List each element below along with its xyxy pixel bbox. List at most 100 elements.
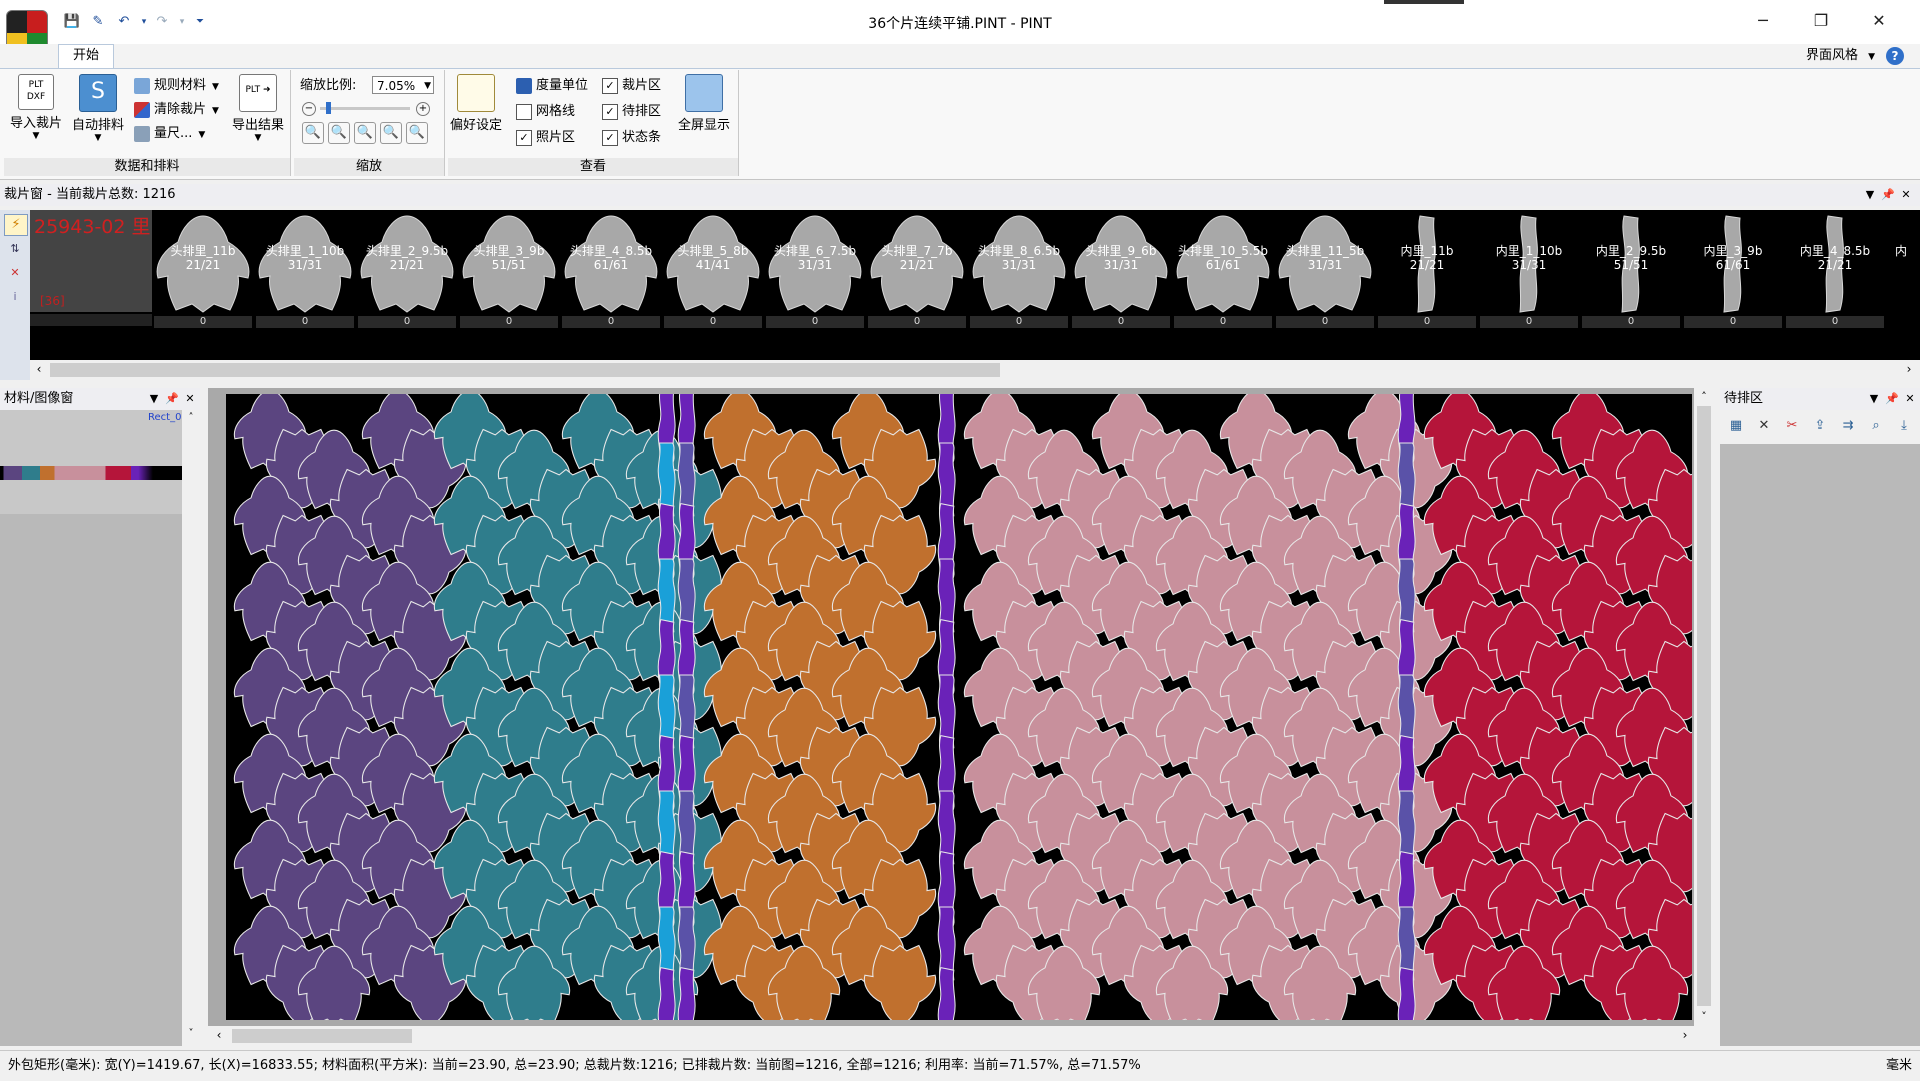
piece-area-checkbox-box[interactable]: ✓ bbox=[602, 77, 618, 94]
layout-piece[interactable] bbox=[937, 966, 956, 1020]
piece-cell[interactable]: 头排里_11b 21/21 0 bbox=[152, 214, 254, 346]
zoom-in-icon[interactable]: 🔍 bbox=[302, 122, 324, 144]
piece-cell[interactable]: 头排里_10_5.5b 61/61 0 bbox=[1172, 214, 1274, 346]
layout-canvas[interactable] bbox=[226, 394, 1692, 1020]
chevron-down-icon[interactable]: ▼ bbox=[1866, 388, 1882, 410]
photo-area-checkbox[interactable]: ✓ 照片区 bbox=[516, 126, 575, 150]
piece-cell[interactable]: 头排里_4_8.5b 61/61 0 bbox=[560, 214, 662, 346]
lightning-icon[interactable]: ⚡ bbox=[4, 214, 28, 236]
help-icon[interactable]: ? bbox=[1886, 47, 1904, 65]
find-icon[interactable]: ⌕ bbox=[1866, 416, 1886, 436]
add-piece-icon[interactable]: ▦ bbox=[1726, 416, 1746, 436]
fullscreen-button[interactable]: 全屏显示 bbox=[676, 74, 732, 133]
marker-layout[interactable] bbox=[226, 394, 1692, 1020]
zoom-fit-icon[interactable]: 🔍 bbox=[354, 122, 376, 144]
statusbar-checkbox-box[interactable]: ✓ bbox=[602, 129, 618, 146]
pin-icon[interactable]: 📌 bbox=[164, 388, 180, 410]
layout-piece[interactable] bbox=[657, 966, 676, 1020]
chevron-down-icon[interactable]: ▼ bbox=[146, 388, 162, 410]
delete-select-icon[interactable]: ✕ bbox=[6, 264, 24, 282]
order-bar bbox=[30, 314, 152, 326]
plt-export-icon: PLT ➜ bbox=[239, 74, 277, 112]
move-down-icon[interactable]: ⤓ bbox=[1894, 416, 1914, 436]
close-icon[interactable]: ✕ bbox=[1902, 388, 1918, 410]
tab-start[interactable]: 开始 bbox=[58, 44, 114, 69]
layout-piece[interactable] bbox=[677, 966, 696, 1020]
canvas-vscroll[interactable]: ˄ ˅ bbox=[1694, 388, 1714, 1028]
statusbar-checkbox[interactable]: ✓ 状态条 bbox=[602, 126, 661, 150]
scroll-right-icon[interactable]: › bbox=[1678, 1028, 1692, 1042]
material-vscroll[interactable]: ˄ ˅ bbox=[182, 410, 200, 1046]
sort-icon[interactable]: ⇅ bbox=[6, 240, 24, 258]
zoom-out-icon[interactable]: 🔍 bbox=[328, 122, 350, 144]
arrange-icon[interactable]: ⇉ bbox=[1838, 416, 1858, 436]
export-result-button[interactable]: PLT ➜ 导出结果 ▼ bbox=[230, 74, 286, 143]
scroll-up-icon[interactable]: ˄ bbox=[184, 412, 198, 423]
chevron-down-icon[interactable]: ▼ bbox=[1862, 184, 1878, 206]
piece-cell[interactable]: 内里_1_10b 31/31 0 bbox=[1478, 214, 1580, 346]
piece-cell[interactable]: 内里_3_9b 61/61 0 bbox=[1682, 214, 1784, 346]
info-icon[interactable]: ⅰ bbox=[6, 288, 24, 306]
piece-cell[interactable]: 头排里_7_7b 21/21 0 bbox=[866, 214, 968, 346]
canvas-hscroll[interactable]: ‹ › bbox=[208, 1026, 1700, 1046]
scroll-up-icon[interactable]: ˄ bbox=[1696, 390, 1712, 403]
preferences-button[interactable]: 偏好设定 bbox=[448, 74, 504, 133]
zoom-all-icon[interactable]: 🔍 bbox=[406, 122, 428, 144]
pin-icon[interactable]: 📌 bbox=[1880, 184, 1896, 206]
import-pieces-button[interactable]: PLT DXF 导入裁片 ▼ bbox=[8, 74, 64, 141]
minimize-button[interactable]: ─ bbox=[1740, 6, 1786, 36]
grid-checkbox-box[interactable] bbox=[516, 103, 532, 120]
close-button[interactable]: ✕ bbox=[1856, 6, 1902, 36]
piece-cell[interactable]: 内里_2_9.5b 51/51 0 bbox=[1580, 214, 1682, 346]
piece-area-checkbox[interactable]: ✓ 裁片区 bbox=[602, 74, 661, 98]
zoom-window-icon[interactable]: 🔍 bbox=[380, 122, 402, 144]
piece-cell[interactable]: 头排里_3_9b 51/51 0 bbox=[458, 214, 560, 346]
export-icon[interactable]: ⇪ bbox=[1810, 416, 1830, 436]
grid-checkbox[interactable]: 网格线 bbox=[516, 100, 575, 124]
piece-cell[interactable]: 头排里_2_9.5b 21/21 0 bbox=[356, 214, 458, 346]
zoom-slider[interactable] bbox=[320, 102, 410, 114]
delete-icon[interactable]: ✕ bbox=[1754, 416, 1774, 436]
chevron-down-icon: ▼ bbox=[198, 130, 206, 140]
close-icon[interactable]: ✕ bbox=[1898, 184, 1914, 206]
zoom-slider-thumb[interactable] bbox=[326, 102, 331, 114]
piece-cell[interactable]: 头排里_5_8b 41/41 0 bbox=[662, 214, 764, 346]
piece-cell[interactable]: 头排里_9_6b 31/31 0 bbox=[1070, 214, 1172, 346]
measure-button[interactable]: 量尺... ▼ bbox=[134, 122, 205, 146]
piece-cell[interactable]: 内里_11b 21/21 0 bbox=[1376, 214, 1478, 346]
style-menu[interactable]: 界面风格 ▼ bbox=[1806, 44, 1875, 68]
pin-icon[interactable]: 📌 bbox=[1884, 388, 1900, 410]
rule-material-button[interactable]: 规则材料 ▼ bbox=[134, 74, 219, 98]
layout-piece[interactable] bbox=[1397, 966, 1416, 1020]
close-icon[interactable]: ✕ bbox=[182, 388, 198, 410]
piece-cell[interactable]: 头排里_8_6.5b 31/31 0 bbox=[968, 214, 1070, 346]
pending-area-checkbox-box[interactable]: ✓ bbox=[602, 103, 618, 120]
scroll-thumb[interactable] bbox=[1697, 406, 1711, 1006]
restore-button[interactable]: ❐ bbox=[1798, 6, 1844, 36]
scroll-thumb[interactable] bbox=[50, 363, 1000, 377]
material-thumbnail[interactable] bbox=[0, 466, 182, 480]
piece-cell[interactable]: 头排里_6_7.5b 31/31 0 bbox=[764, 214, 866, 346]
auto-layout-button[interactable]: S 自动排料 ▼ bbox=[70, 74, 126, 143]
piece-qty: 0 bbox=[1072, 316, 1170, 328]
piece-strip-hscroll[interactable]: ‹ › bbox=[30, 360, 1920, 380]
zoom-out-small-icon[interactable]: − bbox=[302, 102, 316, 116]
order-cell[interactable]: 25943-02 里 [36] bbox=[30, 210, 152, 312]
scroll-left-icon[interactable]: ‹ bbox=[32, 362, 46, 376]
scale-select[interactable]: 7.05% ▼ bbox=[372, 76, 434, 94]
unit-button[interactable]: 度量单位 bbox=[516, 74, 588, 98]
photo-area-checkbox-box[interactable]: ✓ bbox=[516, 129, 532, 146]
scroll-down-icon[interactable]: ˅ bbox=[184, 1028, 198, 1039]
zoom-in-small-icon[interactable]: + bbox=[416, 102, 430, 116]
material-rect-label[interactable]: Rect_0 bbox=[148, 412, 181, 423]
piece-cell[interactable]: 头排里_1_10b 31/31 0 bbox=[254, 214, 356, 346]
clear-pieces-button[interactable]: 清除裁片 ▼ bbox=[134, 98, 219, 122]
piece-cell[interactable]: 内里_4_8.5b 21/21 0 bbox=[1784, 214, 1886, 346]
scroll-right-icon[interactable]: › bbox=[1902, 362, 1916, 376]
delete-all-icon[interactable]: ✂ bbox=[1782, 416, 1802, 436]
pending-area-checkbox[interactable]: ✓ 待排区 bbox=[602, 100, 661, 124]
scroll-thumb[interactable] bbox=[232, 1029, 412, 1043]
scroll-down-icon[interactable]: ˅ bbox=[1696, 1010, 1712, 1023]
scroll-left-icon[interactable]: ‹ bbox=[212, 1028, 226, 1042]
piece-cell[interactable]: 头排里_11_5b 31/31 0 bbox=[1274, 214, 1376, 346]
